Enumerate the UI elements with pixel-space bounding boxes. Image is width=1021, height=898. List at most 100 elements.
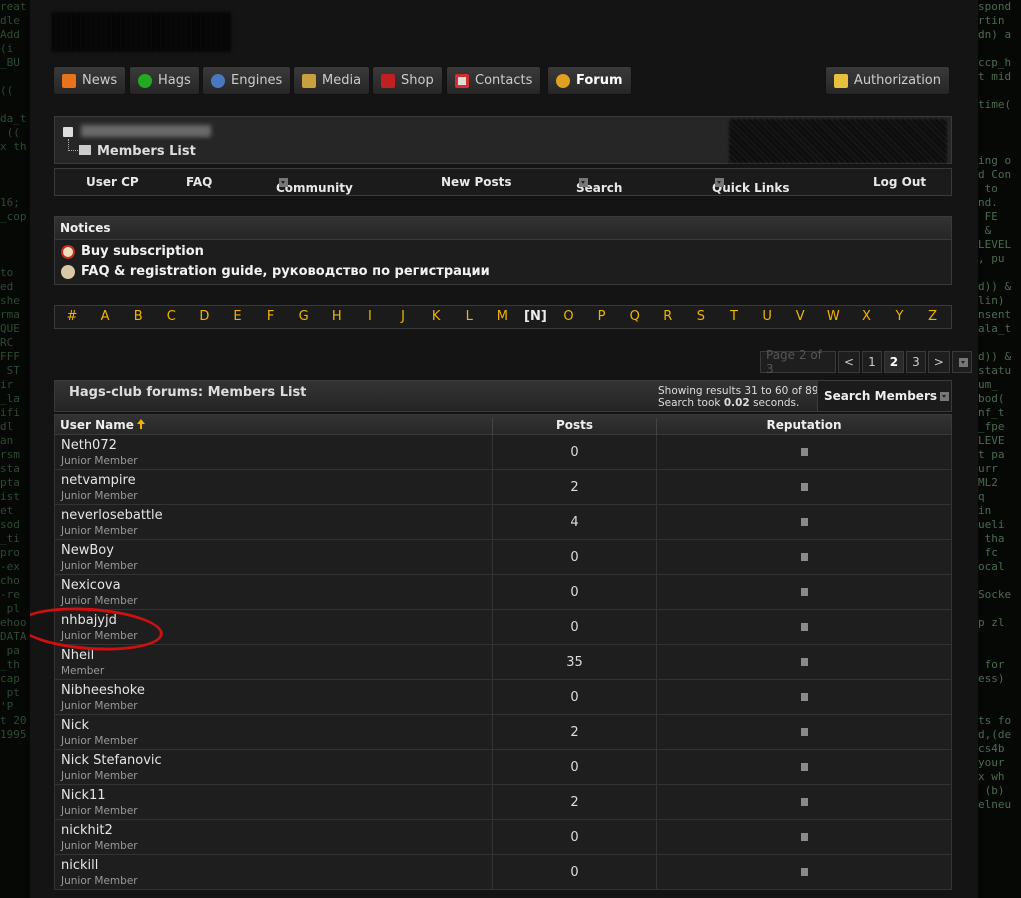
letter-filter-w[interactable]: W [820, 309, 846, 324]
member-name-link[interactable]: Nick11 [61, 788, 106, 803]
notice-buy-subscription[interactable]: Buy subscription [61, 244, 204, 259]
chevron-down-icon [715, 178, 724, 187]
member-name-link[interactable]: nickill [61, 858, 98, 873]
pagination: Page 2 of 3 < 1 2 3 > [760, 348, 972, 376]
prev-page-button[interactable]: < [838, 351, 861, 373]
letter-filter-s[interactable]: S [688, 309, 714, 324]
member-name-link[interactable]: Neth072 [61, 438, 117, 453]
letter-filter-d[interactable]: D [191, 309, 217, 324]
nav-engines[interactable]: Engines [202, 66, 292, 95]
reputation-icon [800, 798, 808, 806]
letter-filter-c[interactable]: C [158, 309, 184, 324]
letter-filter-a[interactable]: A [92, 309, 118, 324]
forum-page: News Hags Engines Media Shop Contacts Fo… [30, 0, 978, 898]
reputation-icon [800, 763, 808, 771]
member-name-link[interactable]: Nibheeshoke [61, 683, 145, 698]
alphabet-filter: # A B C D E F G H I J K L M [N] O P Q R S T U V W X Y Z [54, 305, 952, 329]
table-row: Nick Stefanovic Junior Member 0 [54, 750, 952, 785]
search-members-label: Search Members [824, 389, 938, 403]
letter-filter-hash[interactable]: # [59, 309, 85, 324]
subnav-faq[interactable]: FAQ [186, 175, 212, 189]
member-posts: 0 [492, 750, 656, 784]
nav-news[interactable]: News [53, 66, 127, 95]
member-rank: Junior Member [61, 700, 138, 712]
letter-filter-j[interactable]: J [390, 309, 416, 324]
subnav-new-posts[interactable]: New Posts [441, 175, 512, 189]
subnav-user-cp[interactable]: User CP [86, 175, 139, 189]
search-time-prefix: Search took [658, 397, 721, 409]
member-posts: 0 [492, 855, 656, 889]
letter-filter-e[interactable]: E [225, 309, 251, 324]
letter-filter-v[interactable]: V [787, 309, 813, 324]
nav-media[interactable]: Media [293, 66, 371, 95]
subnav-search[interactable]: Search [576, 175, 622, 195]
letter-filter-h[interactable]: H [324, 309, 350, 324]
search-time-value: 0.02 [723, 397, 750, 409]
table-row: Nexicova Junior Member 0 [54, 575, 952, 610]
letter-filter-g[interactable]: G [291, 309, 317, 324]
member-name-link[interactable]: Nheil [61, 648, 94, 663]
member-name-link[interactable]: NewBoy [61, 543, 114, 558]
member-rank: Junior Member [61, 630, 138, 642]
subnav-quick-links[interactable]: Quick Links [712, 175, 790, 195]
page-jump-menu[interactable] [951, 351, 972, 373]
subnav-log-out[interactable]: Log Out [873, 175, 926, 189]
page-indicator: Page 2 of 3 [760, 348, 836, 376]
letter-filter-i[interactable]: I [357, 309, 383, 324]
page-1-link[interactable]: 1 [862, 351, 882, 373]
letter-filter-r[interactable]: R [655, 309, 681, 324]
chevron-down-icon [958, 357, 968, 367]
reputation-icon [800, 518, 808, 526]
letter-filter-l[interactable]: L [456, 309, 482, 324]
reputation-icon [800, 448, 808, 456]
letter-filter-q[interactable]: Q [622, 309, 648, 324]
nav-forum[interactable]: Forum [547, 66, 632, 95]
reputation-icon [800, 728, 808, 736]
member-posts: 0 [492, 540, 656, 574]
letter-filter-k[interactable]: K [423, 309, 449, 324]
column-user-name[interactable]: User Name [60, 418, 145, 432]
letter-filter-p[interactable]: P [589, 309, 615, 324]
search-members-button[interactable]: Search Members [817, 381, 951, 411]
nav-hags[interactable]: Hags [129, 66, 200, 95]
letter-filter-o[interactable]: O [556, 309, 582, 324]
letter-filter-t[interactable]: T [721, 309, 747, 324]
member-name-link[interactable]: Nick Stefanovic [61, 753, 162, 768]
table-row: nhbajyjd Junior Member 0 [54, 610, 952, 645]
member-name-link[interactable]: neverlosebattle [61, 508, 163, 523]
key-card-icon [833, 73, 848, 88]
member-posts: 2 [492, 785, 656, 819]
home-icon[interactable] [63, 127, 73, 137]
next-page-button[interactable]: > [927, 351, 950, 373]
table-row: NewBoy Junior Member 0 [54, 540, 952, 575]
member-name-link[interactable]: nickhit2 [61, 823, 113, 838]
member-name-link[interactable]: netvampire [61, 473, 136, 488]
results-stats: Showing results 31 to 60 of 89 Search to… [658, 385, 819, 409]
breadcrumb: Members List [54, 116, 952, 164]
letter-filter-x[interactable]: X [853, 309, 879, 324]
member-reputation [656, 610, 951, 644]
letter-filter-y[interactable]: Y [887, 309, 913, 324]
nav-shop[interactable]: Shop [372, 66, 443, 95]
letter-filter-b[interactable]: B [125, 309, 151, 324]
members-list-header: Hags-club forums: Members List Showing r… [54, 380, 952, 412]
authorization-button[interactable]: Authorization [824, 66, 950, 95]
letter-filter-m[interactable]: M [489, 309, 515, 324]
reputation-icon [800, 658, 808, 666]
reputation-icon [800, 588, 808, 596]
letter-filter-f[interactable]: F [258, 309, 284, 324]
member-rank: Junior Member [61, 560, 138, 572]
subnav-community[interactable]: Community [276, 175, 353, 195]
nav-contacts[interactable]: Contacts [446, 66, 542, 95]
notice-faq-guide[interactable]: FAQ & registration guide, руководство по… [61, 264, 490, 279]
member-name-link[interactable]: Nick [61, 718, 89, 733]
member-name-link[interactable]: Nexicova [61, 578, 121, 593]
letter-filter-u[interactable]: U [754, 309, 780, 324]
banner-redacted [729, 119, 947, 163]
letter-filter-z[interactable]: Z [920, 309, 946, 324]
page-3-link[interactable]: 3 [906, 351, 926, 373]
member-posts: 0 [492, 820, 656, 854]
user-guide-icon [61, 264, 75, 279]
member-name-link[interactable]: nhbajyjd [61, 613, 117, 628]
member-rank: Junior Member [61, 490, 138, 502]
